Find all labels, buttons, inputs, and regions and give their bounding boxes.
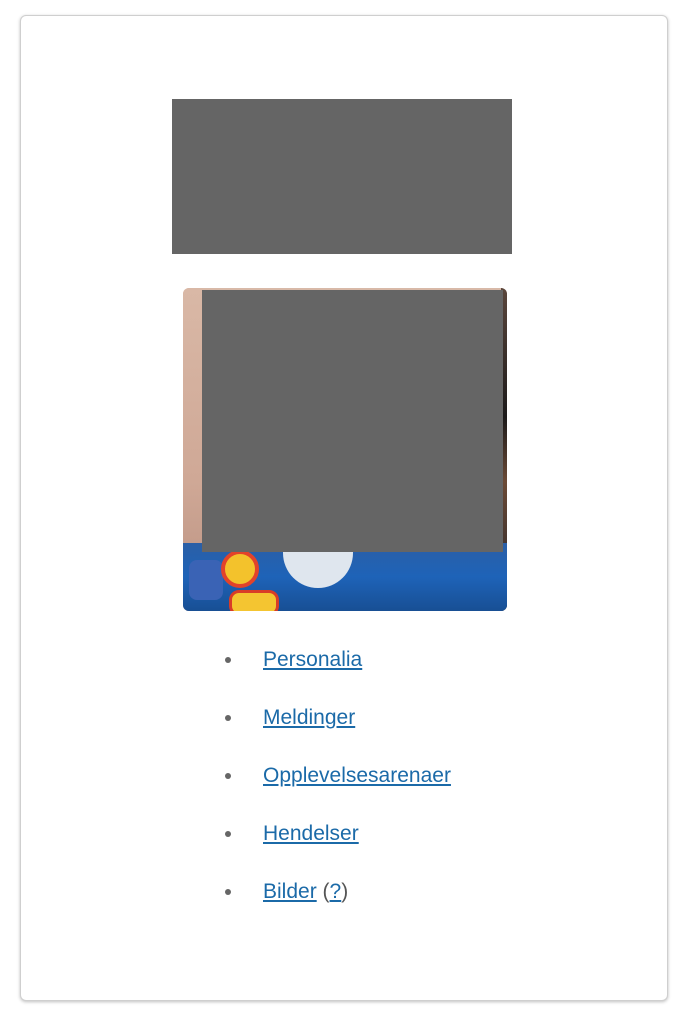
bullet-icon (225, 831, 231, 837)
profile-nav-list: Personalia Meldinger Opplevelsesarenaer … (21, 647, 669, 937)
photo-toy-ring (221, 550, 259, 588)
profile-card: Personalia Meldinger Opplevelsesarenaer … (20, 15, 668, 1001)
help-close-paren: ) (341, 880, 349, 903)
hendelser-link[interactable]: Hendelser (263, 822, 359, 845)
nav-item-personalia: Personalia (21, 647, 669, 705)
bilder-link[interactable]: Bilder (263, 880, 317, 903)
nav-item-hendelser: Hendelser (21, 821, 669, 879)
redacted-banner-image (172, 99, 512, 254)
bullet-icon (225, 657, 231, 663)
meldinger-link[interactable]: Meldinger (263, 706, 355, 729)
bilder-help-link[interactable]: ? (330, 880, 342, 903)
profile-photo (183, 288, 507, 611)
personalia-link[interactable]: Personalia (263, 648, 362, 671)
nav-item-meldinger: Meldinger (21, 705, 669, 763)
photo-redaction-block (202, 290, 503, 552)
bullet-icon (225, 889, 231, 895)
bullet-icon (225, 715, 231, 721)
photo-toy-handle (229, 590, 279, 611)
nav-item-bilder: Bilder (?) (21, 879, 669, 937)
photo-toy-blue (189, 560, 223, 600)
opplevelsesarenaer-link[interactable]: Opplevelsesarenaer (263, 764, 451, 787)
nav-item-opplevelsesarenaer: Opplevelsesarenaer (21, 763, 669, 821)
bullet-icon (225, 773, 231, 779)
help-open-paren: ( (322, 880, 330, 903)
